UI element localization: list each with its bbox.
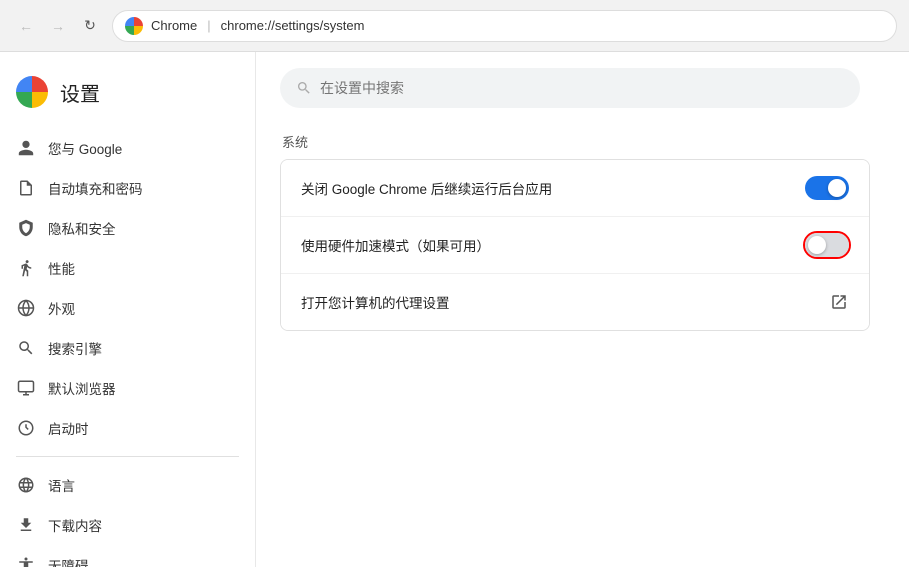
search-input[interactable] [320, 80, 844, 96]
language-icon [16, 475, 36, 495]
sidebar-label-default-browser: 默认浏览器 [48, 378, 116, 398]
address-text: chrome://settings/system [221, 18, 365, 33]
settings-row-proxy: 打开您计算机的代理设置 [281, 274, 869, 330]
external-link-icon[interactable] [829, 292, 849, 312]
back-button[interactable]: ← [12, 12, 40, 40]
sidebar-item-autofill[interactable]: 自动填充和密码 [0, 168, 239, 208]
privacy-icon [16, 218, 36, 238]
sidebar-item-performance[interactable]: 性能 [0, 248, 239, 288]
search-icon [296, 80, 312, 96]
sidebar-label-accessibility: 无障碍 [48, 555, 89, 567]
settings-card-system: 关闭 Google Chrome 后继续运行后台应用 使用硬件加速模式（如果可用… [280, 159, 870, 331]
sidebar-label-performance: 性能 [48, 258, 75, 278]
toggle-track-on[interactable] [805, 176, 849, 200]
sidebar-item-accessibility[interactable]: 无障碍 [0, 545, 239, 567]
default-browser-icon [16, 378, 36, 398]
sidebar-item-search[interactable]: 搜索引擎 [0, 328, 239, 368]
address-separator: | [207, 18, 210, 33]
search-engine-icon [16, 338, 36, 358]
browser-chrome: ← → ↻ Chrome | chrome://settings/system [0, 0, 909, 52]
sidebar-item-language[interactable]: 语言 [0, 465, 239, 505]
sidebar-item-startup[interactable]: 启动时 [0, 408, 239, 448]
sidebar-divider [16, 456, 239, 457]
performance-icon [16, 258, 36, 278]
main-content: 系统 关闭 Google Chrome 后继续运行后台应用 使用硬件加速模式（如… [256, 52, 909, 567]
sidebar-label-startup: 启动时 [48, 418, 89, 438]
sidebar-label-downloads: 下载内容 [48, 515, 102, 535]
sidebar-item-default-browser[interactable]: 默认浏览器 [0, 368, 239, 408]
google-icon [16, 138, 36, 158]
hardware-accel-toggle[interactable] [805, 233, 849, 257]
toggle-track-off[interactable] [805, 233, 849, 257]
site-label: Chrome [151, 18, 197, 33]
sidebar-label-privacy: 隐私和安全 [48, 218, 116, 238]
sidebar-label-appearance: 外观 [48, 298, 75, 318]
startup-icon [16, 418, 36, 438]
chrome-logo-icon [16, 76, 48, 108]
hardware-accel-label: 使用硬件加速模式（如果可用） [301, 235, 805, 255]
forward-button[interactable]: → [44, 12, 72, 40]
sidebar: 设置 您与 Google 自动填充和密码 隐私和安全 性能 [0, 52, 256, 567]
sidebar-label-google: 您与 Google [48, 138, 122, 158]
settings-row-background: 关闭 Google Chrome 后继续运行后台应用 [281, 160, 869, 217]
sidebar-item-privacy[interactable]: 隐私和安全 [0, 208, 239, 248]
section-title-system: 系统 [280, 132, 885, 151]
site-favicon [125, 17, 143, 35]
sidebar-label-language: 语言 [48, 475, 75, 495]
sidebar-item-appearance[interactable]: 外观 [0, 288, 239, 328]
accessibility-icon [16, 555, 36, 567]
appearance-icon [16, 298, 36, 318]
settings-title: 设置 [0, 68, 255, 128]
proxy-label: 打开您计算机的代理设置 [301, 292, 829, 312]
settings-heading: 设置 [60, 78, 100, 107]
search-bar[interactable] [280, 68, 860, 108]
background-apps-toggle[interactable] [805, 176, 849, 200]
toggle-thumb-off [808, 236, 826, 254]
sidebar-item-google[interactable]: 您与 Google [0, 128, 239, 168]
sidebar-item-downloads[interactable]: 下载内容 [0, 505, 239, 545]
toggle-thumb [828, 179, 846, 197]
nav-buttons: ← → ↻ [12, 12, 104, 40]
background-apps-label: 关闭 Google Chrome 后继续运行后台应用 [301, 178, 805, 198]
refresh-button[interactable]: ↻ [76, 12, 104, 40]
sidebar-label-search: 搜索引擎 [48, 338, 102, 358]
settings-row-hardware: 使用硬件加速模式（如果可用） [281, 217, 869, 274]
autofill-icon [16, 178, 36, 198]
downloads-icon [16, 515, 36, 535]
page: 设置 您与 Google 自动填充和密码 隐私和安全 性能 [0, 52, 909, 567]
sidebar-label-autofill: 自动填充和密码 [48, 178, 143, 198]
address-bar[interactable]: Chrome | chrome://settings/system [112, 10, 897, 42]
